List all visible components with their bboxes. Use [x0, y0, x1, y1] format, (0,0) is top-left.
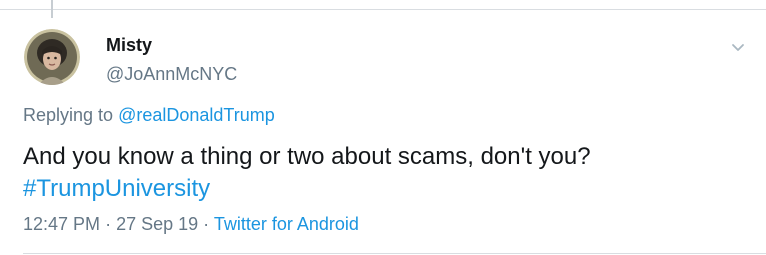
avatar[interactable] [24, 29, 80, 85]
user-handle[interactable]: @JoAnnMcNYC [106, 64, 237, 85]
chevron-down-icon [732, 44, 744, 51]
tweet-date[interactable]: 27 Sep 19 [116, 214, 198, 234]
replying-to-label: Replying to [23, 105, 114, 125]
display-name[interactable]: Misty [106, 35, 152, 56]
meta-separator-2: · [203, 214, 210, 234]
top-divider [0, 9, 766, 10]
tweet-menu-button[interactable] [728, 40, 748, 56]
tweet-source-link[interactable]: Twitter for Android [214, 214, 359, 234]
tweet-time[interactable]: 12:47 PM [23, 214, 100, 234]
thread-connector-line [51, 0, 53, 18]
tweet-text: And you know a thing or two about scams,… [23, 143, 591, 170]
replying-to-mention-link[interactable]: @realDonaldTrump [118, 105, 275, 125]
replying-to-line: Replying to @realDonaldTrump [23, 105, 275, 126]
tweet-body: And you know a thing or two about scams,… [23, 141, 743, 205]
avatar-photo-icon [24, 29, 80, 85]
meta-separator: · [105, 214, 112, 234]
hashtag-link[interactable]: #TrumpUniversity [23, 173, 743, 205]
bottom-divider [23, 253, 766, 254]
tweet-metadata: 12:47 PM · 27 Sep 19 · Twitter for Andro… [23, 214, 359, 235]
